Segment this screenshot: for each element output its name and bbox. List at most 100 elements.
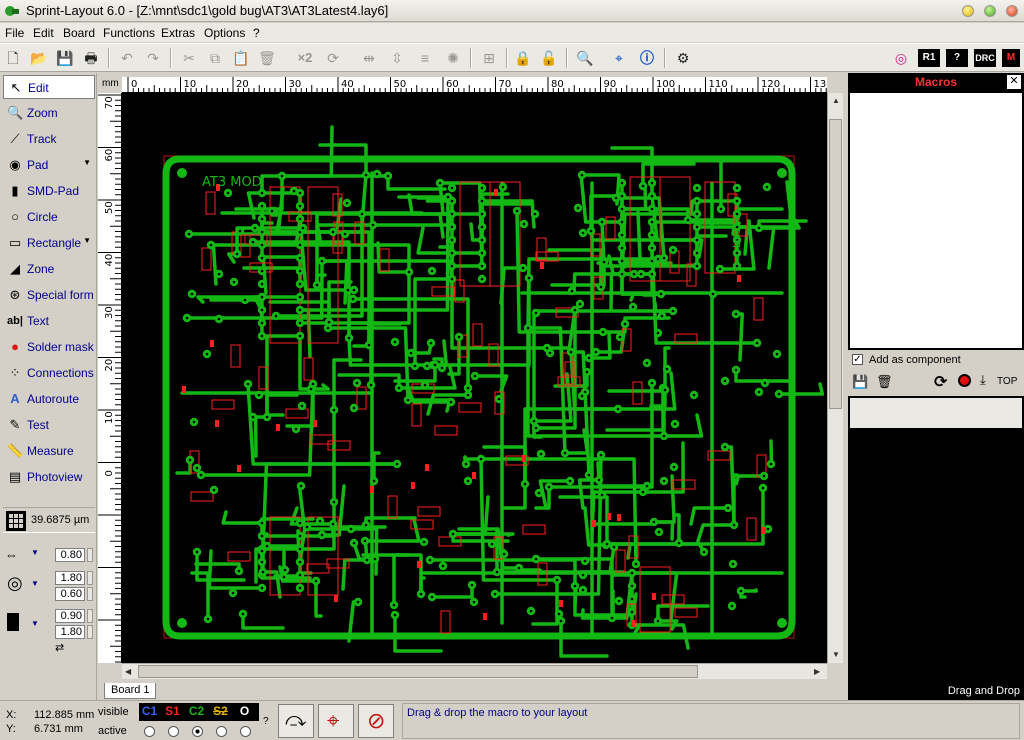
minimize-button[interactable] (962, 5, 974, 17)
layer-c1-toggle[interactable]: C1 (140, 703, 159, 719)
save-macro-icon[interactable]: 💾 (852, 374, 868, 390)
explode-icon[interactable]: ✺ (442, 47, 464, 69)
tool-measure[interactable]: 📏 Measure (3, 439, 95, 463)
pcb-drawing[interactable]: AT3 MOD LM358 (122, 93, 827, 663)
print-icon[interactable]: 🖶 (80, 47, 102, 69)
group-icon[interactable]: ⊞ (478, 47, 500, 69)
cut-icon[interactable]: ✂ (178, 47, 200, 69)
settings-gear-icon[interactable]: ⚙ (672, 47, 694, 69)
refresh-icon[interactable]: ⟳ (934, 372, 947, 392)
macros-list[interactable] (850, 93, 1022, 348)
pad-inner-input[interactable]: 0.60 (55, 587, 85, 601)
delete-macro-icon[interactable]: 🗑 (876, 374, 893, 390)
menu-edit[interactable]: Edit (33, 26, 54, 40)
active-s1-radio[interactable] (168, 726, 179, 737)
tool-test[interactable]: ✎ Test (3, 413, 95, 437)
tab-board-1[interactable]: Board 1 (104, 683, 156, 699)
tool-track[interactable]: ⟋ Track (3, 127, 95, 151)
duplicate-icon[interactable]: ×2 (294, 47, 316, 69)
layer-o-toggle[interactable]: O (235, 703, 254, 719)
swap-icon[interactable]: ⇄ (55, 641, 64, 654)
layer-s1-toggle[interactable]: S1 (163, 703, 182, 719)
open-folder-icon[interactable]: 📂 (28, 47, 50, 69)
smd-height-spinner[interactable] (87, 625, 93, 639)
smd-width-input[interactable]: 0.90 (55, 609, 85, 623)
zoom-icon[interactable]: 🔍 (574, 47, 596, 69)
delete-icon[interactable]: 🗑 (256, 47, 278, 69)
active-s2-radio[interactable] (216, 726, 227, 737)
pad-outer-spinner[interactable] (87, 571, 93, 585)
mirror-h-icon[interactable]: ⇹ (358, 47, 380, 69)
active-o-radio[interactable] (240, 726, 251, 737)
layer-s2-toggle[interactable]: S2 (211, 703, 230, 719)
rubberband-button[interactable]: ⤼ (278, 704, 314, 738)
tool-autoroute[interactable]: A Autoroute (3, 387, 95, 411)
menu-file[interactable]: File (5, 26, 24, 40)
active-c2-radio[interactable] (192, 726, 203, 737)
tool-solder-mask[interactable]: ● Solder mask (3, 335, 95, 359)
download-top-icon[interactable]: ⤓ (980, 372, 986, 388)
record-icon[interactable] (958, 374, 971, 387)
tool-special-form[interactable]: ⊛ Special form (3, 283, 95, 307)
rotate-icon[interactable]: ⟳ (322, 47, 344, 69)
maximize-button[interactable] (984, 5, 996, 17)
scanned-copy-icon[interactable]: ? (946, 49, 968, 67)
scroll-left-icon[interactable]: ◀ (125, 667, 131, 676)
copy-icon[interactable]: ⧉ (204, 47, 226, 69)
new-file-icon[interactable]: 🗋 (2, 47, 24, 69)
r1-report-icon[interactable]: R1 (918, 49, 940, 67)
drc-icon[interactable]: DRC (974, 49, 996, 67)
layers-help[interactable]: ? (263, 716, 269, 727)
horizontal-scrollbar[interactable]: ◀ ▶ (122, 663, 827, 679)
tool-text[interactable]: ab| Text (3, 309, 95, 333)
save-icon[interactable]: 💾 (54, 47, 76, 69)
snap-grid-button[interactable]: ⌖ (318, 704, 354, 738)
smd-height-input[interactable]: 1.80 (55, 625, 85, 639)
vertical-scrollbar[interactable]: ▲ ▼ (827, 93, 843, 663)
tool-connections[interactable]: ⁘ Connections (3, 361, 95, 385)
macros-close-icon[interactable]: ✕ (1007, 75, 1021, 89)
grid-selector[interactable]: 39.6875 µm (3, 507, 95, 533)
menu-functions[interactable]: Functions (103, 26, 155, 40)
snap-elements-button[interactable]: ⊘ (358, 704, 394, 738)
pad-inner-spinner[interactable] (87, 587, 93, 601)
undo-icon[interactable]: ↶ (116, 47, 138, 69)
paste-icon[interactable]: 📋 (230, 47, 252, 69)
mirror-v-icon[interactable]: ⇳ (386, 47, 408, 69)
align-icon[interactable]: ≡ (414, 47, 436, 69)
menu-board[interactable]: Board (63, 26, 95, 40)
pcb-board[interactable]: AT3 MOD LM358 (122, 93, 827, 663)
macro-library-icon[interactable]: M (1002, 49, 1020, 67)
layer-c2-toggle[interactable]: C2 (187, 703, 206, 719)
menu-extras[interactable]: Extras (161, 26, 195, 40)
tool-edit[interactable]: ↖ Edit (3, 75, 95, 99)
horizontal-scroll-thumb[interactable] (138, 665, 698, 678)
tool-circle[interactable]: ○ Circle (3, 205, 95, 229)
redo-icon[interactable]: ↷ (142, 47, 164, 69)
info-icon[interactable]: ⓘ (636, 47, 658, 69)
pad-outer-input[interactable]: 1.80 (55, 571, 85, 585)
scroll-up-icon[interactable]: ▲ (832, 96, 840, 105)
solder-circle-icon[interactable]: ◎ (890, 47, 912, 69)
tool-zone[interactable]: ◢ Zone (3, 257, 95, 281)
tool-photoview[interactable]: ▤ Photoview (3, 465, 95, 489)
add-as-component-checkbox[interactable]: ✓ (852, 354, 863, 365)
tool-rectangle[interactable]: ▭ Rectangle ▼ (3, 231, 95, 255)
scroll-right-icon[interactable]: ▶ (814, 667, 820, 676)
unlock-icon[interactable]: 🔓 (538, 47, 560, 69)
lock-icon[interactable]: 🔒 (512, 47, 534, 69)
scroll-down-icon[interactable]: ▼ (832, 650, 840, 659)
smd-width-spinner[interactable] (87, 609, 93, 623)
crosshair-origin-icon[interactable]: ⌖ (608, 47, 630, 69)
tool-smd-pad[interactable]: ▮ SMD-Pad (3, 179, 95, 203)
track-width-input[interactable]: 0.80 (55, 548, 85, 562)
vertical-scroll-thumb[interactable] (829, 119, 842, 409)
tool-pad[interactable]: ◉ Pad ▼ (3, 153, 95, 177)
photoview-icon: ▤ (8, 469, 22, 484)
menu-options[interactable]: Options (204, 26, 245, 40)
tool-zoom[interactable]: 🔍 Zoom (3, 101, 95, 125)
close-button[interactable] (1006, 5, 1018, 17)
menu-help[interactable]: ? (253, 26, 260, 40)
track-width-spinner[interactable] (87, 548, 93, 562)
active-c1-radio[interactable] (144, 726, 155, 737)
